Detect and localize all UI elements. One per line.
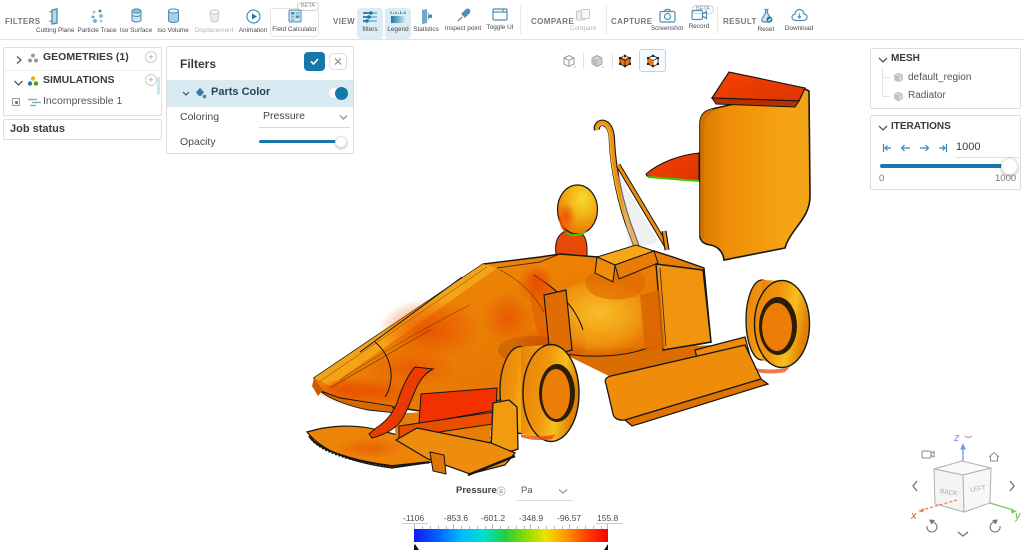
svg-text:x: x <box>910 510 917 522</box>
svg-text:y: y <box>1014 510 1022 522</box>
svg-text:z: z <box>953 432 960 444</box>
